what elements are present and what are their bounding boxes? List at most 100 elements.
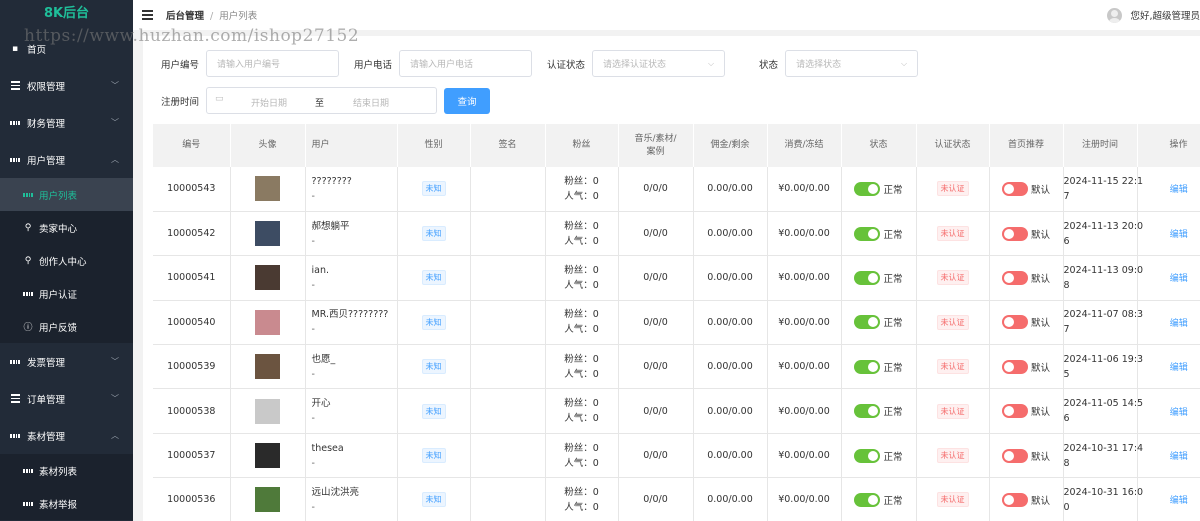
user-sub: - [311,368,315,380]
sidebar-item[interactable]: 发票管理 ﹀ [0,343,133,380]
table-row: 10000537 thesea - 未知 粉丝：0 人气：0 0/0/0 0.00/0.00 ¥… [153,433,1200,479]
column-header: 操作 [1137,124,1200,167]
sidebar-item[interactable]: ⚲ 卖家中心 [0,211,133,244]
cert-cell: 未认证 [916,477,990,521]
sidebar-menu: ▪ 首页 权限管理 ﹀ 财务管理 ﹀ 用户管理 ︿ 用户列表 ⚲ 卖家中心 ⚲ 创作人中心 用户认证 ⓘ 用户… [0,30,133,520]
status-text: 正常 [883,229,903,241]
recommend-text: 默认 [1030,451,1050,463]
user-menu[interactable]: 您好,超级管理员 [1107,0,1200,30]
edit-link[interactable]: 编辑 [1170,230,1188,240]
fans-cell: 粉丝：0 人气：0 [545,477,619,521]
status-switch[interactable]: 正常 [854,226,903,241]
gender-tag: 未知 [421,226,446,242]
spend-cell: ¥0.00/0.00 [767,388,842,434]
status-switch[interactable]: 正常 [854,492,903,507]
table-body: 10000543???????? - 未知 粉丝：0 人气：0 0/0/0 0.00/0.0… [153,167,1200,521]
sidebar-item-label: 财务管理 [27,118,66,130]
date-range-picker[interactable]: ▭ 开始日期 至 结束日期 [206,87,438,114]
user-id-input[interactable]: 请输入用户编号 [206,50,340,77]
sidebar-item[interactable]: ⚲ 创作人中心 [0,244,133,277]
edit-link[interactable]: 编辑 [1170,408,1188,418]
recommend-switch[interactable]: 默认 [1001,404,1050,419]
date-start[interactable]: 开始日期 [251,96,287,109]
sidebar-item[interactable]: 财务管理 ﹀ [0,104,133,141]
menu-toggle-icon[interactable] [142,10,153,20]
avatar [1107,7,1123,23]
user-cell: 也愿_ - [305,344,398,390]
edit-link[interactable]: 编辑 [1170,319,1188,329]
filter-row-2: 注册时间 ▭ 开始日期 至 结束日期 查询 [161,87,491,114]
recommend-switch[interactable]: 默认 [1001,270,1050,285]
edit-link[interactable]: 编辑 [1170,185,1188,195]
date-end[interactable]: 结束日期 [353,96,389,109]
recommend-switch[interactable]: 默认 [1001,181,1050,196]
gender-tag: 未知 [421,403,446,419]
table-row: 10000540 MR.西贝???????? - 未知 粉丝：0 人气：0 0/0/0 0.0… [153,300,1200,346]
phone-input[interactable]: 请输入用户电话 [399,50,533,77]
recommend-switch[interactable]: 默认 [1001,315,1050,330]
avatar [255,443,280,469]
sidebar-item[interactable]: 用户管理 ︿ [0,141,133,178]
status-switch[interactable]: 正常 [854,181,903,196]
sidebar-item[interactable]: 素材管理 ︿ [0,417,133,454]
sidebar-item[interactable]: 订单管理 ﹀ [0,380,133,417]
recommend-switch[interactable]: 默认 [1001,448,1050,463]
breadcrumb-separator: / [210,11,214,22]
sidebar-item[interactable]: 素材列表 [0,454,133,487]
user-name: thesea [311,442,344,454]
cert-status-select[interactable]: 请选择认证状态 ⌵ [592,50,726,77]
edit-link[interactable]: 编辑 [1170,452,1188,462]
recommend-switch[interactable]: 默认 [1001,226,1050,241]
toggle-off-icon [1001,448,1028,463]
recommend-text: 默认 [1030,362,1050,374]
query-button[interactable]: 查询 [444,87,491,114]
toggle-off-icon [1001,315,1028,330]
sidebar-item-label: 素材举报 [39,499,78,511]
sidebar-item-label: 素材列表 [39,466,78,478]
sidebar-item[interactable]: 用户认证 [0,277,133,310]
user-sub: - [311,501,315,513]
list-icon [10,394,20,404]
spend-cell: ¥0.00/0.00 [767,344,842,390]
signature-cell [470,167,546,212]
popularity-count: 人气：0 [564,368,599,380]
user-cell: thesea - [305,433,398,479]
column-header: 性别 [397,124,471,167]
status-switch[interactable]: 正常 [854,270,903,285]
table-row: 10000542 郝想躺平 - 未知 粉丝：0 人气：0 0/0/0 0.00/0.00 ¥0.… [153,211,1200,257]
user-id: 10000539 [153,344,231,390]
sidebar-item[interactable]: 用户列表 [0,178,133,211]
status-switch[interactable]: 正常 [854,315,903,330]
sidebar-item[interactable]: ⓘ 用户反馈 [0,310,133,343]
breadcrumb-root[interactable]: 后台管理 [166,11,204,22]
cert-cell: 未认证 [916,344,990,390]
cert-tag: 未认证 [936,181,969,197]
status-switch[interactable]: 正常 [854,404,903,419]
edit-link[interactable]: 编辑 [1170,274,1188,284]
status-switch[interactable]: 正常 [854,359,903,374]
column-header: 签名 [470,124,546,167]
recommend-switch[interactable]: 默认 [1001,492,1050,507]
user-name: ???????? [311,175,352,187]
sidebar-item[interactable]: 素材举报 [0,487,133,520]
commission-cell: 0.00/0.00 [693,344,768,390]
signature-cell [470,388,546,434]
works-cell: 0/0/0 [618,255,694,301]
register-time-cell: 2024-11-13 09:08 [1063,255,1143,301]
register-time: 2024-10-31 17:48 [1063,442,1144,469]
toggle-off-icon [1001,270,1028,285]
recommend-switch[interactable]: 默认 [1001,359,1050,374]
sidebar-item[interactable]: ▪ 首页 [0,30,133,67]
status-select[interactable]: 请选择状态 ⌵ [785,50,919,77]
edit-link[interactable]: 编辑 [1170,496,1188,506]
register-time: 2024-11-06 19:35 [1063,353,1144,380]
edit-link[interactable]: 编辑 [1170,363,1188,373]
phone-label: 用户电话 [354,59,393,71]
avatar [255,265,280,291]
status-switch[interactable]: 正常 [854,448,903,463]
avatar-cell [230,388,306,434]
sidebar-item[interactable]: 权限管理 ﹀ [0,67,133,104]
list-icon [10,81,20,91]
phone-placeholder: 请输入用户电话 [410,60,474,70]
toggle-on-icon [854,404,881,419]
